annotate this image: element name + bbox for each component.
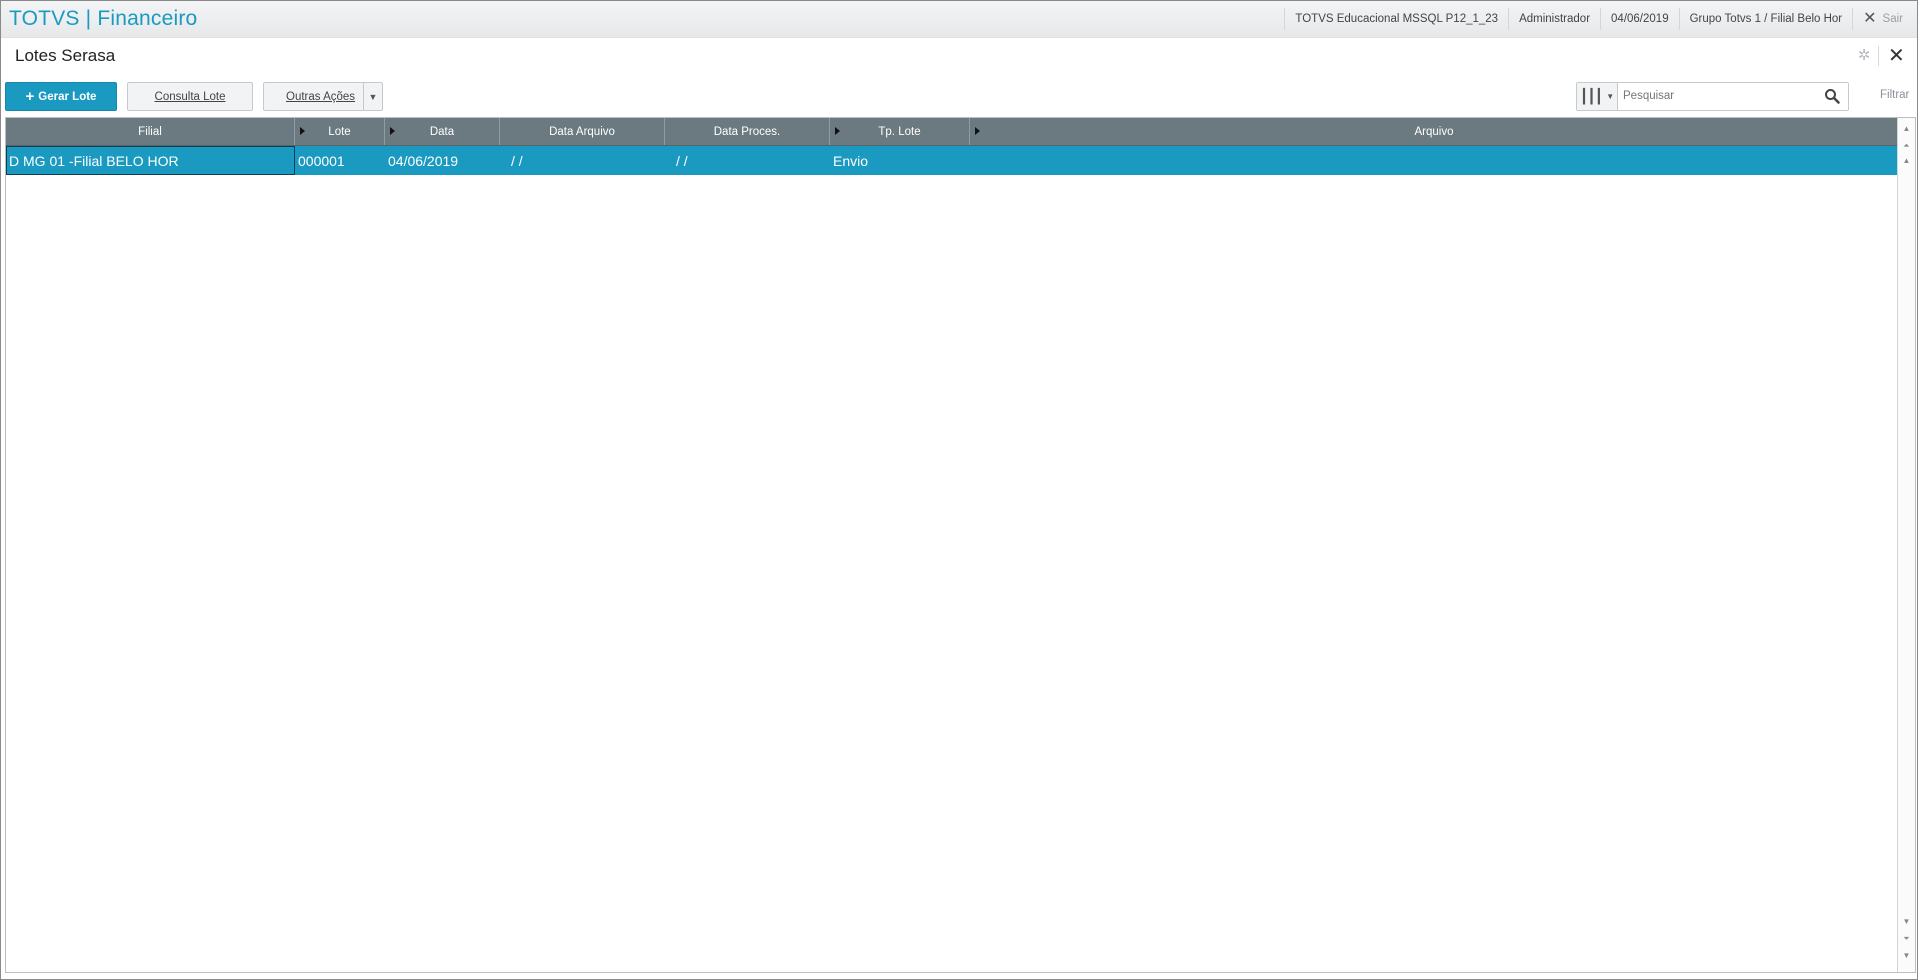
column-header-label: Data	[429, 125, 455, 138]
user-label[interactable]: Administrador	[1508, 8, 1600, 30]
table-row[interactable]: D MG 01 -Filial BELO HOR 000001 04/06/20…	[6, 146, 1898, 175]
scroll-page-up-icon[interactable]: ⏶	[1898, 139, 1915, 153]
consult-lot-button[interactable]: Consulta Lote	[127, 82, 253, 111]
vertical-scrollbar[interactable]: ▲ ⏶ ▲ ▼ ⏷ ▼	[1897, 118, 1915, 972]
sort-arrow-icon	[300, 127, 305, 135]
gear-icon[interactable]: ✲	[1856, 48, 1872, 64]
exit-button[interactable]: ✕ Sair	[1852, 8, 1917, 30]
search-icon[interactable]	[1824, 88, 1840, 104]
scroll-bottom-icon[interactable]: ▼	[1898, 915, 1915, 929]
top-bar: TOTVS | Financeiro TOTVS Educacional MSS…	[1, 1, 1917, 38]
search-input[interactable]	[1623, 88, 1813, 104]
plus-icon: +	[25, 88, 35, 105]
consult-lot-label: Consulta Lote	[154, 90, 226, 103]
columns-icon: ┃┃┃	[1579, 88, 1603, 104]
cell-data[interactable]: 04/06/2019	[388, 146, 500, 175]
page-title: Lotes Serasa	[15, 46, 116, 65]
cell-lote[interactable]: 000001	[298, 146, 385, 175]
date-label[interactable]: 04/06/2019	[1600, 8, 1679, 30]
sort-arrow-icon	[975, 127, 980, 135]
scroll-up-icon[interactable]: ▲	[1898, 122, 1915, 136]
exit-label: Sair	[1882, 13, 1903, 25]
column-selector-button[interactable]: ┃┃┃ ▼	[1577, 83, 1618, 110]
app-title: TOTVS | Financeiro	[9, 7, 198, 30]
column-header-label: Tp. Lote	[878, 125, 921, 138]
session-info: TOTVS Educacional MSSQL P12_1_23 Adminis…	[1284, 1, 1917, 37]
environment-label[interactable]: TOTVS Educacional MSSQL P12_1_23	[1284, 8, 1508, 30]
generate-lot-label: Gerar Lote	[38, 90, 97, 103]
other-actions-label: Outras Ações	[286, 90, 356, 103]
column-header-lote[interactable]: Lote	[295, 118, 385, 145]
column-header-label: Filial	[138, 125, 162, 138]
scroll-top-icon[interactable]: ▲	[1898, 154, 1915, 168]
close-window-icon[interactable]: ✕	[1888, 44, 1905, 68]
column-header-tp-lote[interactable]: Tp. Lote	[830, 118, 970, 145]
close-icon: ✕	[1863, 10, 1877, 27]
scroll-page-down-icon[interactable]: ⏷	[1898, 932, 1915, 946]
branch-label[interactable]: Grupo Totvs 1 / Filial Belo Hor	[1678, 8, 1853, 30]
other-actions-button[interactable]: Outras Ações ▼	[263, 82, 383, 111]
sort-arrow-icon	[835, 127, 840, 135]
cell-arquivo[interactable]	[973, 146, 1898, 175]
column-header-data[interactable]: Data	[385, 118, 500, 145]
column-header-label: Data Proces.	[713, 125, 781, 138]
column-header-data-proces[interactable]: Data Proces.	[665, 118, 830, 145]
sort-arrow-icon	[390, 127, 395, 135]
cell-data-proces[interactable]: / /	[676, 146, 830, 175]
column-header-label: Lote	[328, 125, 351, 138]
column-header-arquivo[interactable]: Arquivo	[970, 118, 1898, 145]
generate-lot-button[interactable]: + Gerar Lote	[5, 82, 117, 111]
divider	[1878, 46, 1879, 66]
column-header-data-arquivo[interactable]: Data Arquivo	[500, 118, 665, 145]
header-divider	[1, 37, 1917, 38]
cell-tp-lote[interactable]: Envio	[833, 146, 970, 175]
column-header-label: Data Arquivo	[549, 125, 615, 138]
cell-data-arquivo[interactable]: / /	[511, 146, 665, 175]
data-grid: Filial Lote Data Data Arquivo Data Proce…	[5, 117, 1916, 973]
chevron-down-icon: ▼	[1606, 92, 1615, 101]
grid-header: Filial Lote Data Data Arquivo Data Proce…	[6, 118, 1898, 146]
filter-link[interactable]: Filtrar	[1880, 89, 1909, 101]
cell-filial[interactable]: D MG 01 -Filial BELO HOR	[6, 146, 295, 175]
scroll-down-icon[interactable]: ▼	[1898, 949, 1915, 963]
column-header-filial[interactable]: Filial	[6, 118, 295, 145]
search-box: ┃┃┃ ▼	[1576, 82, 1849, 111]
column-header-label: Arquivo	[1414, 125, 1454, 138]
chevron-down-icon[interactable]: ▼	[363, 83, 382, 110]
